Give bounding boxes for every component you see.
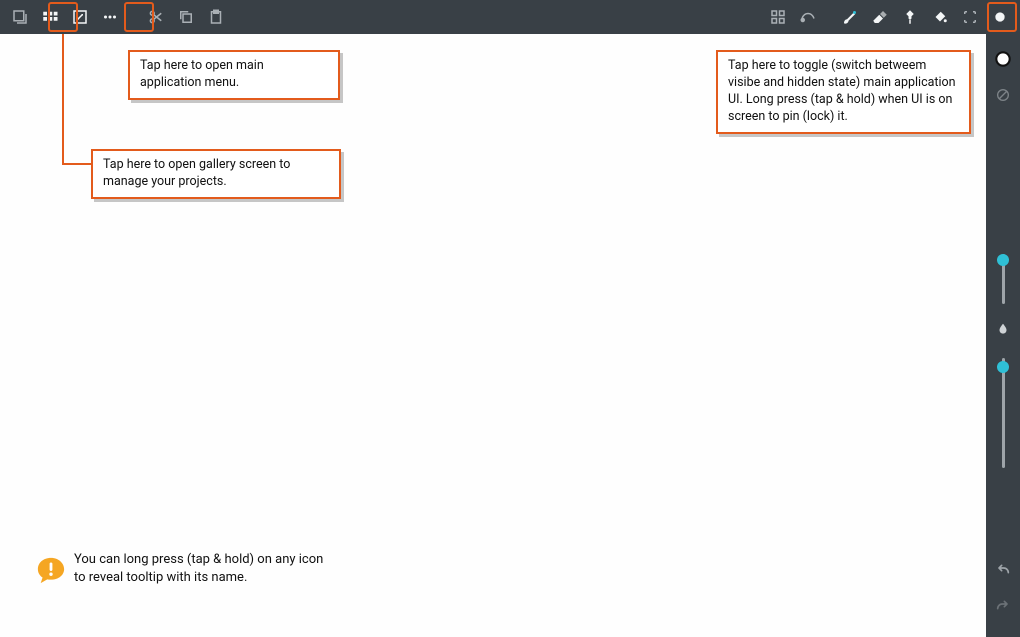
droplet-icon xyxy=(996,322,1010,336)
callout-toggle-text: Tap here to toggle (switch betweem visib… xyxy=(728,58,956,124)
circle-icon xyxy=(992,9,1008,25)
color-ring-icon xyxy=(993,49,1013,69)
clipboard-icon xyxy=(207,8,225,26)
scissors-icon xyxy=(147,8,165,26)
tip-bubble-icon xyxy=(36,555,64,583)
opacity-button[interactable] xyxy=(990,316,1016,342)
undo-icon xyxy=(993,564,1013,580)
lasso-icon xyxy=(798,8,818,26)
slider-bottom-thumb[interactable] xyxy=(997,361,1009,373)
toolbar-left-group xyxy=(6,3,230,31)
slider-bottom[interactable] xyxy=(1002,358,1005,468)
cut-button[interactable] xyxy=(142,3,170,31)
snap-button[interactable] xyxy=(764,3,792,31)
toggle-ui-button[interactable] xyxy=(986,3,1014,31)
copy-button[interactable] xyxy=(172,3,200,31)
pin-smudge-icon xyxy=(901,8,919,26)
copy-icon xyxy=(177,8,195,26)
brush-button[interactable] xyxy=(836,3,864,31)
top-toolbar xyxy=(0,0,1020,34)
tip-text: You can long press (tap & hold) on any i… xyxy=(74,551,324,586)
layers-icon xyxy=(11,8,29,26)
slider-top-thumb[interactable] xyxy=(997,254,1009,266)
callout-menu: Tap here to open main application menu. xyxy=(128,50,340,100)
fill-button[interactable] xyxy=(926,3,954,31)
curve-button[interactable] xyxy=(794,3,822,31)
disabled-button[interactable] xyxy=(990,82,1016,108)
paste-button[interactable] xyxy=(202,3,230,31)
pointer-gallery-h xyxy=(62,163,92,165)
expand-icon xyxy=(71,8,89,26)
color-ring-button[interactable] xyxy=(990,46,1016,72)
smudge-button[interactable] xyxy=(896,3,924,31)
toolbar-right-group xyxy=(764,3,1014,31)
ban-icon xyxy=(995,87,1011,103)
redo-icon xyxy=(993,600,1013,616)
selection-icon xyxy=(961,8,979,26)
callout-toggle: Tap here to toggle (switch betweem visib… xyxy=(716,50,971,134)
undo-button[interactable] xyxy=(990,559,1016,585)
grid-button[interactable] xyxy=(36,3,64,31)
bucket-icon xyxy=(931,8,949,26)
eraser-icon xyxy=(871,8,889,26)
select-button[interactable] xyxy=(956,3,984,31)
dots-icon xyxy=(101,8,119,26)
menu-button[interactable] xyxy=(96,3,124,31)
resize-button[interactable] xyxy=(66,3,94,31)
snap-icon xyxy=(769,8,787,26)
tip-row: You can long press (tap & hold) on any i… xyxy=(36,551,324,586)
callout-gallery: Tap here to open gallery screen to manag… xyxy=(91,149,341,199)
eraser-button[interactable] xyxy=(866,3,894,31)
redo-button[interactable] xyxy=(990,595,1016,621)
slider-top[interactable] xyxy=(1002,254,1005,304)
right-sidebar xyxy=(986,34,1020,637)
grid-icon xyxy=(41,8,59,26)
brush-icon xyxy=(841,8,859,26)
gallery-button[interactable] xyxy=(6,3,34,31)
callout-gallery-text: Tap here to open gallery screen to manag… xyxy=(103,157,290,189)
callout-menu-text: Tap here to open main application menu. xyxy=(140,58,264,90)
pointer-gallery xyxy=(62,34,64,164)
